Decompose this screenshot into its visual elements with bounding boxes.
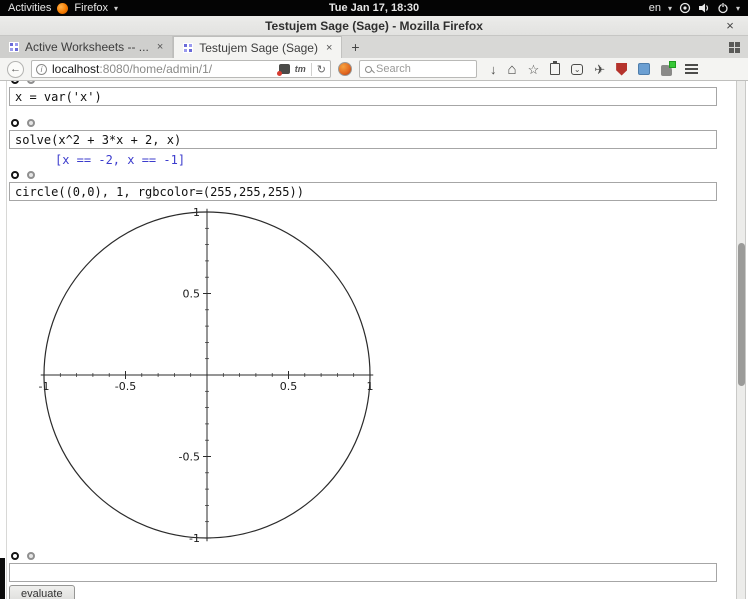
window-title: Testujem Sage (Sage) - Mozilla Firefox: [265, 18, 483, 33]
url-host: localhost: [52, 62, 100, 76]
window-title-bar: Testujem Sage (Sage) - Mozilla Firefox ×: [0, 16, 748, 36]
list-all-tabs-button[interactable]: [729, 36, 740, 58]
sage-input-cell-1[interactable]: [9, 87, 717, 106]
sage-favicon: [183, 42, 194, 53]
a11y-icon[interactable]: [679, 2, 691, 14]
urlbar-extension-icon[interactable]: [276, 64, 290, 76]
extension-badge-icon[interactable]: [661, 60, 677, 76]
insert-cell-icon[interactable]: [11, 81, 19, 84]
browser-viewport: [x == -2, x == -1] -1-0.50.51-1-0.50.51 …: [0, 81, 748, 599]
scrollbar-track[interactable]: [736, 81, 746, 599]
insert-text-cell-icon[interactable]: [27, 81, 35, 84]
urlbar-separator: [310, 62, 312, 76]
insert-text-cell-icon[interactable]: [27, 552, 35, 560]
insert-cell-icon[interactable]: [11, 171, 19, 179]
window-close-button[interactable]: ×: [722, 18, 738, 33]
svg-text:0.5: 0.5: [183, 288, 201, 301]
pocket-icon[interactable]: ⌄: [571, 63, 584, 75]
all-tabs-grid-icon: [729, 41, 740, 53]
sage-input-cell-4[interactable]: [9, 563, 717, 582]
scrollbar-thumb[interactable]: [738, 243, 745, 386]
home-icon[interactable]: ⌂: [508, 62, 517, 77]
tab-close-icon[interactable]: ×: [157, 41, 163, 53]
bookmark-star-icon[interactable]: ☆: [528, 63, 540, 76]
cell-insert-bar[interactable]: [11, 118, 717, 128]
url-path: :8080/home/admin/1/: [99, 62, 213, 76]
security-shield-icon[interactable]: [616, 62, 628, 76]
gnome-top-bar: Activities Firefox ▾ Tue Jan 17, 18:30 e…: [0, 0, 748, 16]
keyboard-caret-icon: ▾: [667, 3, 672, 13]
keyboard-layout-indicator[interactable]: en: [649, 2, 661, 14]
url-text[interactable]: localhost:8080/home/admin/1/: [52, 62, 274, 76]
circle-plot: -1 -0.5 0.5 1-1-0.50.51: [39, 206, 374, 545]
evaluate-button[interactable]: evaluate: [9, 585, 75, 599]
sage-input-cell-2[interactable]: [9, 130, 717, 149]
tab-close-icon[interactable]: ×: [326, 42, 332, 54]
cell-insert-bar[interactable]: [11, 81, 717, 85]
menu-icon[interactable]: [685, 64, 699, 74]
svg-text:-0.5: -0.5: [115, 380, 136, 393]
system-menu-caret-icon[interactable]: ▾: [736, 4, 740, 13]
send-tab-icon[interactable]: ✈: [594, 63, 605, 76]
site-info-icon[interactable]: i: [36, 63, 47, 75]
download-icon[interactable]: ↓: [490, 63, 497, 76]
tab-label: Active Worksheets -- ...: [25, 40, 149, 54]
tab-label: Testujem Sage (Sage): [199, 40, 318, 55]
sage-input-cell-3[interactable]: [9, 182, 717, 201]
insert-cell-icon[interactable]: [11, 119, 19, 127]
power-icon[interactable]: [717, 2, 729, 14]
insert-cell-icon[interactable]: [11, 552, 19, 560]
tab-bar: Active Worksheets -- ... × Testujem Sage…: [0, 36, 748, 58]
desktop-edge-strip: [0, 558, 5, 599]
insert-text-cell-icon[interactable]: [27, 119, 35, 127]
insert-text-cell-icon[interactable]: [27, 171, 35, 179]
addon-ball-icon[interactable]: [338, 62, 352, 76]
tab-active-worksheets[interactable]: Active Worksheets -- ... ×: [0, 36, 174, 58]
sage-output-cell-2: [x == -2, x == -1]: [55, 153, 186, 167]
tab-testujem-sage[interactable]: Testujem Sage (Sage) ×: [173, 36, 343, 58]
reload-icon[interactable]: ↻: [317, 63, 326, 76]
url-bar[interactable]: i localhost:8080/home/admin/1/ tm ↻: [31, 60, 331, 78]
cell-insert-bar[interactable]: [11, 551, 717, 561]
svg-text:-0.5: -0.5: [179, 451, 200, 464]
sage-worksheet: [x == -2, x == -1] -1-0.50.51-1-0.50.51 …: [9, 81, 717, 599]
search-input[interactable]: [376, 63, 471, 75]
sage-favicon: [9, 42, 19, 52]
cell-insert-bar[interactable]: [11, 170, 717, 180]
screenshot-tool-icon[interactable]: [638, 63, 651, 75]
circle-plot-output: -1 -0.5 0.5 1 -1 -0.5 0.5 1: [38, 203, 418, 551]
navigation-toolbar: ← i localhost:8080/home/admin/1/ tm ↻ ↓ …: [0, 58, 748, 81]
urlbar-extension-2-icon[interactable]: tm: [295, 64, 306, 74]
search-bar[interactable]: [359, 60, 477, 78]
search-icon: [365, 65, 372, 73]
bookmarks-menu-icon[interactable]: [550, 61, 561, 75]
new-tab-button[interactable]: +: [342, 36, 368, 58]
svg-text:0.5: 0.5: [280, 380, 298, 393]
volume-icon[interactable]: [698, 2, 710, 14]
page-left-border: [6, 81, 7, 599]
clock[interactable]: Tue Jan 17, 18:30: [0, 2, 748, 14]
svg-text:-1: -1: [189, 532, 200, 545]
back-button[interactable]: ←: [7, 60, 24, 78]
